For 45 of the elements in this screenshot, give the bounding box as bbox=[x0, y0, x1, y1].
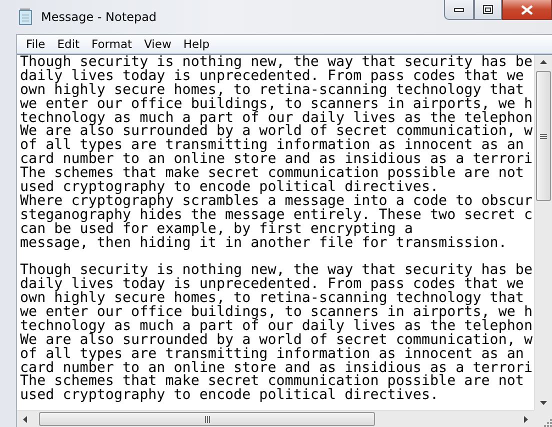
text-line: own highly secure homes, to retina-scanning technology that bbox=[20, 84, 524, 98]
menu-item[interactable]: File bbox=[21, 35, 52, 53]
text-line: The schemes that make secret communication possible are not bbox=[20, 167, 524, 182]
text-line: of all types are transmitting information as innocent as an bbox=[20, 139, 524, 154]
minimize-button[interactable] bbox=[444, 0, 474, 20]
close-button[interactable] bbox=[502, 0, 552, 20]
text-area[interactable] bbox=[17, 55, 534, 410]
text-line: message, then hiding it in another file for transmission. bbox=[20, 236, 507, 250]
text-line: Though security is nothing new, the way that security has be bbox=[20, 56, 532, 70]
text-line: Though security is nothing new, the way that security has be bbox=[20, 264, 532, 278]
scroll-thumb[interactable] bbox=[536, 71, 551, 201]
minimize-icon bbox=[454, 8, 464, 12]
scroll-thumb[interactable] bbox=[39, 412, 375, 426]
menu-item[interactable]: Edit bbox=[52, 35, 87, 53]
text-line: card number to an online store and as insidious as a terrori bbox=[20, 362, 532, 376]
text-line: daily lives today is unprecedented. From pass codes that we bbox=[20, 278, 524, 292]
text-line: We are also surrounded by a world of secret communication, w bbox=[20, 125, 532, 140]
text-line: own highly secure homes, to retina-scanning technology that bbox=[20, 292, 524, 306]
menu-item[interactable]: Help bbox=[178, 35, 217, 53]
text-line: steganography hides the message entirely. These two secret c bbox=[20, 208, 532, 223]
maximize-button[interactable] bbox=[474, 0, 502, 20]
text-line: technology as much a part of our daily lives as the telephon bbox=[20, 320, 532, 334]
text-line: technology as much a part of our daily lives as the telephon bbox=[20, 112, 532, 126]
menu-item[interactable]: Format bbox=[86, 35, 140, 53]
text-line: we enter our office buildings, to scanners in airports, we h bbox=[20, 306, 532, 320]
text-line: card number to an online store and as insidious as a terrori bbox=[20, 153, 532, 168]
text-line: of all types are transmitting information as innocent as an bbox=[20, 348, 524, 362]
text-line: We are also surrounded by a world of secret communication, w bbox=[20, 334, 532, 348]
maximize-icon bbox=[483, 5, 493, 14]
window-title: Message - Notepad bbox=[41, 10, 157, 24]
close-icon bbox=[521, 4, 533, 14]
resize-grip-icon[interactable] bbox=[542, 417, 552, 427]
menu-item[interactable]: View bbox=[139, 35, 178, 53]
grip-icon bbox=[540, 132, 547, 140]
notepad-icon bbox=[18, 8, 34, 26]
horizontal-scrollbar[interactable] bbox=[17, 410, 534, 427]
text-line: can be used for example, by first encrypting a bbox=[20, 222, 413, 237]
text-line: used cryptography to encode political directives. bbox=[20, 389, 439, 404]
grip-icon bbox=[204, 416, 210, 422]
vertical-scrollbar[interactable] bbox=[534, 55, 552, 410]
text-line: we enter our office buildings, to scanners in airports, we h bbox=[20, 98, 532, 112]
text-line: used cryptography to encode political directives. bbox=[20, 181, 439, 195]
text-line: Where cryptography scrambles a message into a code to obscur bbox=[20, 194, 532, 209]
text-line: daily lives today is unprecedented. From pass codes that we bbox=[20, 70, 524, 84]
text-line: The schemes that make secret communication possible are not bbox=[20, 375, 524, 390]
